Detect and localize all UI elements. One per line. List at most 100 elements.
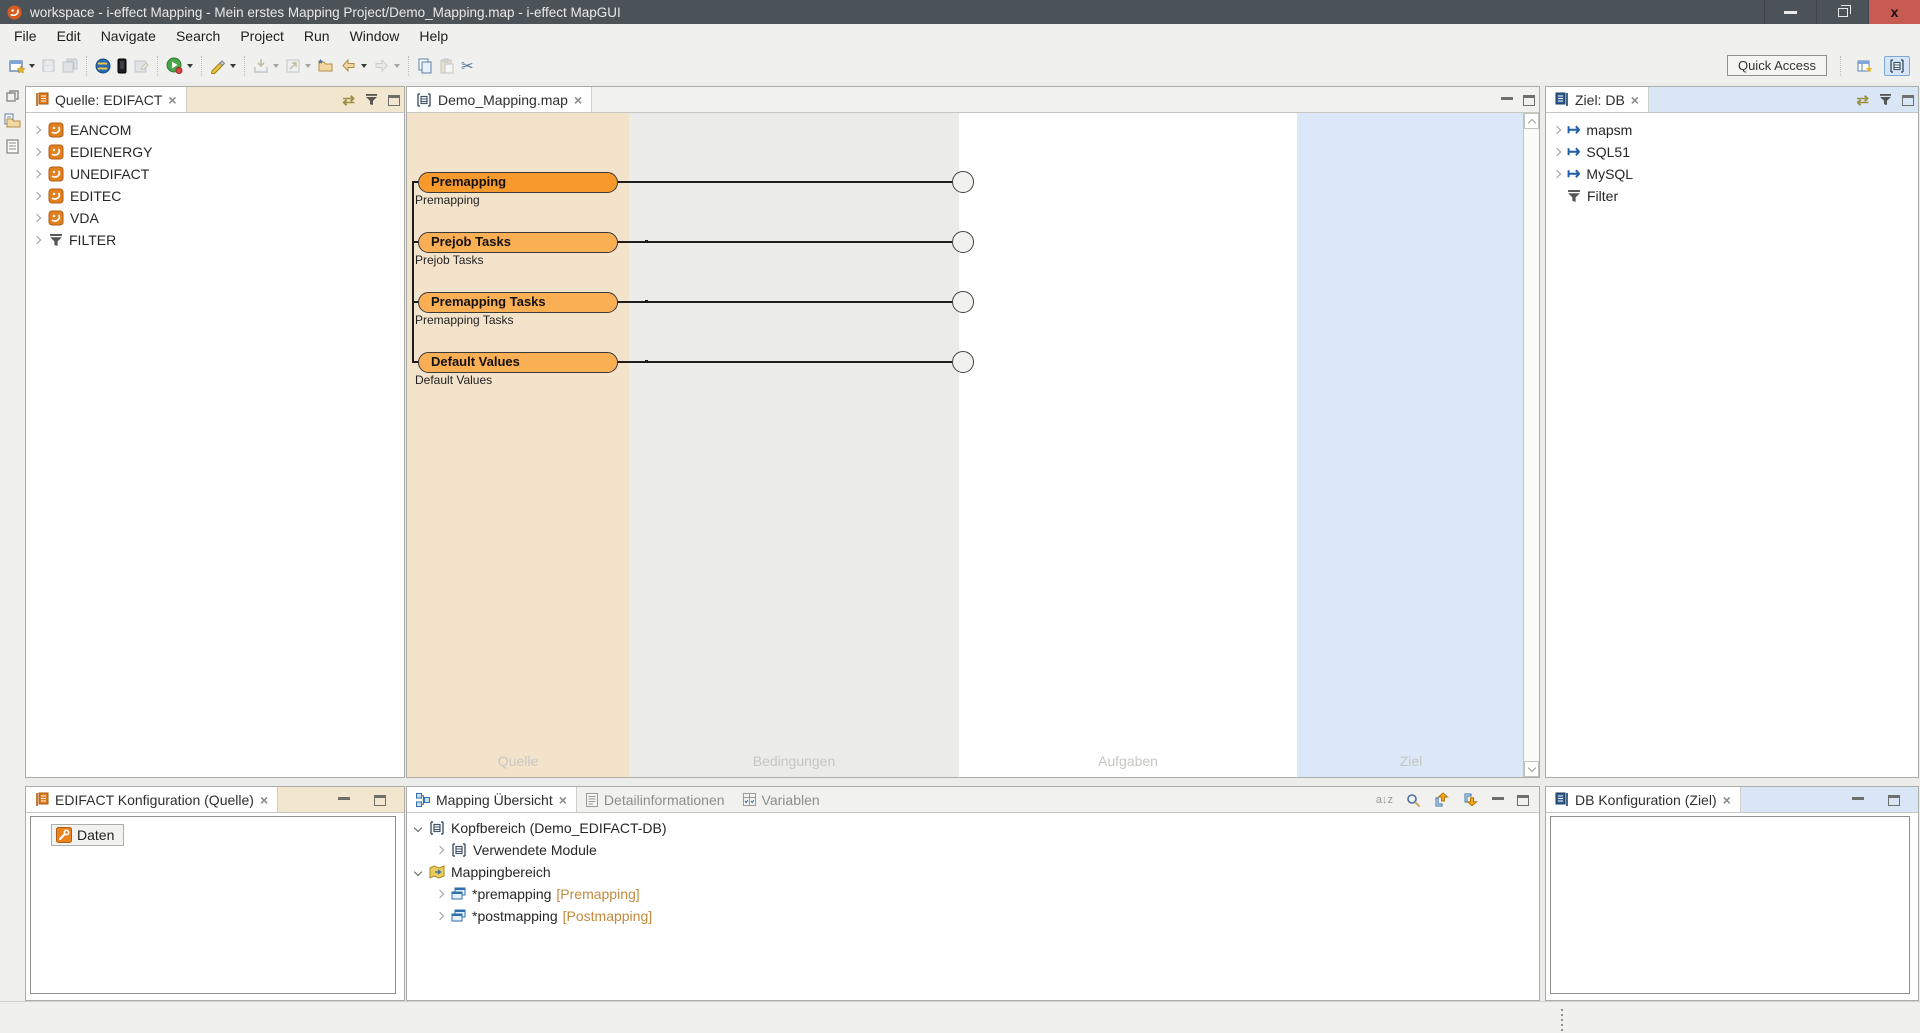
filter-icon[interactable]: [365, 94, 378, 106]
close-icon[interactable]: ×: [1631, 93, 1639, 107]
editor-vertical-scrollbar[interactable]: [1523, 113, 1539, 777]
maximize-icon[interactable]: [1888, 795, 1900, 806]
minimize-icon[interactable]: [1492, 796, 1504, 800]
scroll-down-button[interactable]: [1524, 761, 1539, 777]
chevron-right-icon[interactable]: [33, 170, 41, 178]
tree-item-vda[interactable]: VDA: [34, 207, 99, 229]
tree-item-mappingbereich[interactable]: Mappingbereich: [415, 861, 551, 883]
open-perspective-button[interactable]: [1854, 55, 1876, 77]
maximize-icon[interactable]: [1523, 95, 1535, 106]
menu-window[interactable]: Window: [340, 24, 410, 49]
chevron-right-icon[interactable]: [436, 846, 444, 854]
search-icon[interactable]: [1406, 793, 1421, 808]
new-folder-button[interactable]: [314, 55, 337, 77]
back-button[interactable]: [337, 55, 370, 76]
tree-item-kopfbereich[interactable]: Kopfbereich (Demo_EDIFACT-DB): [415, 817, 667, 839]
maximize-icon[interactable]: [374, 795, 386, 806]
source-config-tab[interactable]: EDIFACT Konfiguration (Quelle) ×: [26, 787, 278, 812]
mapping-canvas[interactable]: Quelle Bedingungen Aufgaben Ziel Premapp…: [407, 113, 1539, 777]
browser-button[interactable]: [92, 55, 114, 77]
target-config-tab[interactable]: DB Konfiguration (Ziel) ×: [1546, 787, 1741, 812]
scroll-up-button[interactable]: [1524, 113, 1539, 129]
menu-file[interactable]: File: [4, 24, 47, 49]
minimize-icon[interactable]: [338, 796, 350, 800]
close-icon[interactable]: ×: [260, 793, 268, 807]
node-port-prejob-tasks[interactable]: [952, 231, 974, 253]
close-icon[interactable]: ×: [168, 93, 176, 107]
import-button[interactable]: [250, 55, 282, 77]
close-icon[interactable]: ×: [1723, 793, 1731, 807]
open-view-folder-icon[interactable]: [4, 113, 21, 128]
save-as-button[interactable]: [130, 55, 152, 77]
close-icon[interactable]: ×: [574, 93, 582, 107]
minimize-icon[interactable]: [1501, 96, 1513, 100]
chevron-down-icon[interactable]: [414, 868, 422, 876]
filter-icon[interactable]: [1879, 94, 1892, 106]
collapse-down-icon[interactable]: [1463, 792, 1479, 808]
menu-run[interactable]: Run: [294, 24, 340, 49]
link-with-editor-icon[interactable]: ⇄: [342, 93, 355, 108]
menu-edit[interactable]: Edit: [47, 24, 91, 49]
chevron-down-icon[interactable]: [414, 824, 422, 832]
window-restore-button[interactable]: [1816, 0, 1868, 24]
menu-search[interactable]: Search: [166, 24, 230, 49]
window-minimize-button[interactable]: [1764, 0, 1816, 24]
tree-item-edienergy[interactable]: EDIENERGY: [34, 141, 152, 163]
node-default-values[interactable]: Default Values: [418, 352, 618, 373]
paste-button[interactable]: [436, 55, 458, 77]
menu-project[interactable]: Project: [230, 24, 294, 49]
node-port-default-values[interactable]: [952, 351, 974, 373]
new-wizard-button[interactable]: [6, 55, 38, 77]
target-panel-tab[interactable]: Ziel: DB ×: [1546, 87, 1649, 112]
chevron-right-icon[interactable]: [33, 214, 41, 222]
tree-item-verwendete-module[interactable]: Verwendete Module: [437, 839, 597, 861]
sort-icon[interactable]: a↓z: [1376, 794, 1393, 806]
close-icon[interactable]: ×: [559, 793, 567, 807]
expand-up-icon[interactable]: [1434, 792, 1450, 808]
daten-button[interactable]: Daten: [51, 824, 124, 846]
chevron-right-icon[interactable]: [436, 912, 444, 920]
link-with-editor-icon[interactable]: ⇄: [1856, 93, 1869, 108]
tree-item-premapping[interactable]: *premapping [Premapping]: [437, 883, 640, 905]
tree-item-postmapping[interactable]: *postmapping [Postmapping]: [437, 905, 652, 927]
chevron-right-icon[interactable]: [33, 192, 41, 200]
node-premapping[interactable]: Premapping: [418, 172, 618, 193]
chevron-right-icon[interactable]: [1553, 170, 1561, 178]
window-close-button[interactable]: x: [1868, 0, 1920, 24]
tab-detailinformationen[interactable]: Detailinformationen: [577, 787, 734, 812]
tree-item-editec[interactable]: EDITEC: [34, 185, 121, 207]
tab-variablen[interactable]: Variablen: [734, 787, 829, 812]
marker-button[interactable]: [207, 55, 239, 77]
run-button[interactable]: [163, 54, 196, 77]
save-button[interactable]: [38, 55, 59, 76]
chevron-right-icon[interactable]: [33, 148, 41, 156]
restore-view-icon[interactable]: [6, 90, 19, 102]
node-port-premapping-tasks[interactable]: [952, 291, 974, 313]
chevron-right-icon[interactable]: [1553, 148, 1561, 156]
source-panel-tab[interactable]: Quelle: EDIFACT ×: [26, 87, 187, 112]
cut-button[interactable]: ✂: [458, 54, 477, 78]
chevron-right-icon[interactable]: [33, 126, 41, 134]
maximize-icon[interactable]: [1902, 95, 1914, 106]
tree-item-mapsm[interactable]: ↦ mapsm: [1554, 119, 1632, 141]
tree-item-eancom[interactable]: EANCOM: [34, 119, 131, 141]
mapping-perspective-button[interactable]: [1884, 56, 1910, 76]
chevron-right-icon[interactable]: [1553, 126, 1561, 134]
chevron-right-icon[interactable]: [33, 236, 41, 244]
tree-item-mysql[interactable]: ↦ MySQL: [1554, 163, 1633, 185]
tree-item-sql51[interactable]: ↦ SQL51: [1554, 141, 1630, 163]
quick-access-button[interactable]: Quick Access: [1727, 55, 1827, 76]
maximize-icon[interactable]: [388, 95, 400, 106]
forward-button[interactable]: [370, 55, 403, 76]
tree-item-filter[interactable]: Filter: [1567, 185, 1618, 207]
editor-tab[interactable]: Demo_Mapping.map ×: [407, 87, 592, 112]
node-port-premapping[interactable]: [952, 171, 974, 193]
node-prejob-tasks[interactable]: Prejob Tasks: [418, 232, 618, 253]
copy-button[interactable]: [414, 55, 436, 77]
tree-item-filter[interactable]: FILTER: [34, 229, 116, 251]
statusbar-drag-handle[interactable]: [1561, 1009, 1563, 1031]
menu-navigate[interactable]: Navigate: [91, 24, 166, 49]
device-button[interactable]: [114, 55, 130, 77]
tree-item-unedifact[interactable]: UNEDIFACT: [34, 163, 149, 185]
save-all-button[interactable]: [59, 55, 81, 77]
